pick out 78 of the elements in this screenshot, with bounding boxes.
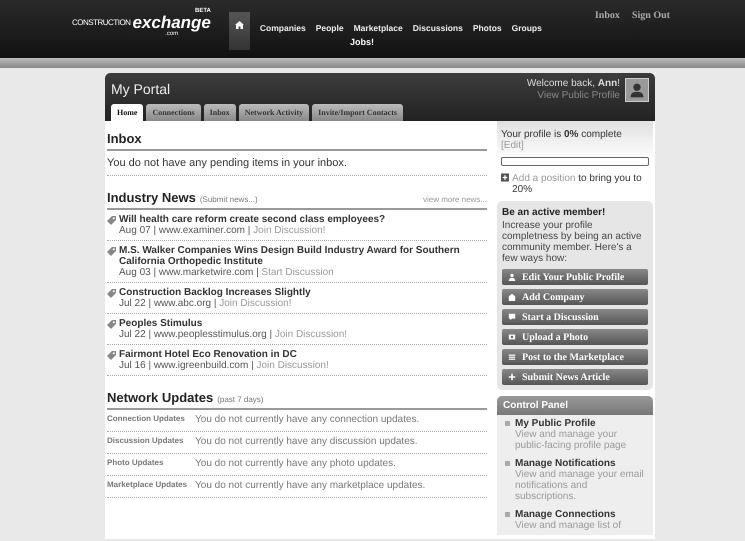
update-message: You do not currently have any discussion updates. bbox=[195, 436, 418, 447]
section-heading: Industry News bbox=[107, 190, 196, 205]
building-icon bbox=[508, 293, 516, 301]
discussion-link[interactable]: Join Discussion! bbox=[256, 360, 329, 371]
jobs-link[interactable]: Jobs! bbox=[350, 37, 374, 47]
header-link[interactable]: Inbox bbox=[594, 10, 620, 21]
portal-tab[interactable]: Network Activity bbox=[238, 104, 310, 121]
portal-tab[interactable]: Home bbox=[111, 104, 144, 121]
bullet-icon bbox=[505, 421, 510, 426]
add-position-text: Add a position to bring you to 20% bbox=[512, 173, 643, 195]
panel-heading: Control Panel bbox=[497, 396, 653, 415]
panel-link[interactable]: My Public Profile bbox=[515, 418, 596, 429]
panel-description: View and manage your public-facing profile page bbox=[515, 429, 628, 451]
section-heading: Inbox bbox=[107, 131, 142, 146]
news-headline[interactable]: Peoples Stimulus bbox=[119, 318, 348, 329]
panel-link[interactable]: Manage Connections bbox=[515, 509, 616, 520]
news-meta: Jul 16 | www.igreenbuild.com | bbox=[119, 360, 254, 371]
photo-icon bbox=[508, 333, 516, 341]
nav-link[interactable]: Photos bbox=[472, 23, 502, 33]
profile-completion-text: Your profile is 0% complete bbox=[501, 129, 623, 140]
add-position-link[interactable]: Add a position bbox=[512, 173, 576, 184]
news-headline[interactable]: Construction Backlog Increases Slightly bbox=[119, 287, 311, 298]
nav-link[interactable]: Groups bbox=[512, 23, 542, 33]
action-button[interactable]: Submit News Article bbox=[502, 369, 648, 385]
update-label: Marketplace Updates bbox=[107, 480, 188, 491]
speech-bubble-icon bbox=[508, 313, 516, 321]
panel-link[interactable]: Manage Notifications bbox=[515, 458, 616, 469]
home-tab[interactable] bbox=[228, 12, 250, 50]
discussion-link[interactable]: Join Discussion! bbox=[274, 329, 348, 340]
submit-news-link[interactable]: (Submit news...) bbox=[200, 195, 258, 204]
discussion-link[interactable]: Join Discussion! bbox=[253, 225, 326, 236]
update-message: You do not currently have any photo updates. bbox=[195, 458, 396, 469]
update-label: Discussion Updates bbox=[107, 436, 184, 447]
view-profile-link[interactable]: View Public Profile bbox=[537, 90, 620, 101]
home-icon bbox=[234, 21, 244, 29]
news-headline[interactable]: Fairmont Hotel Eco Renovation in DC bbox=[119, 349, 329, 360]
inbox-message: You do not have any pending items in your inbox. bbox=[107, 151, 487, 176]
news-headline[interactable]: M.S. Walker Companies Wins Design Build Industry Award for Southern California Orthopedic Institute bbox=[119, 245, 487, 267]
nav-link[interactable]: Discussions bbox=[412, 23, 463, 33]
action-button[interactable]: Post to the Marketplace bbox=[502, 349, 648, 365]
action-button[interactable]: Upload a Photo bbox=[502, 329, 648, 345]
avatar-icon bbox=[625, 78, 649, 102]
period-label: (past 7 days) bbox=[217, 395, 264, 404]
list-icon bbox=[508, 353, 516, 361]
bullet-icon bbox=[505, 461, 510, 466]
header-link[interactable]: Sign Out bbox=[632, 10, 670, 21]
nav-link[interactable]: Companies bbox=[260, 23, 306, 33]
panel-description: View and manage list of bbox=[515, 520, 621, 531]
panel-description: View and manage your email notifications and subscriptions. bbox=[515, 469, 645, 502]
update-message: You do not currently have any marketplace updates. bbox=[195, 480, 426, 491]
update-message: You do not currently have any connection updates. bbox=[195, 414, 420, 425]
welcome-text: Welcome back, Ann! bbox=[526, 78, 620, 90]
news-meta: Aug 07 | www.examiner.com | bbox=[119, 225, 250, 236]
news-meta: Jul 22 | www.abc.org | bbox=[119, 298, 216, 309]
update-label: Connection Updates bbox=[107, 414, 186, 425]
portal-tab[interactable]: Invite/Import Contacts bbox=[312, 104, 404, 121]
news-meta: Aug 03 | www.marketwire.com | bbox=[119, 267, 259, 278]
discussion-link[interactable]: Join Discussion! bbox=[219, 298, 292, 309]
plus-icon bbox=[501, 173, 510, 182]
person-icon bbox=[508, 273, 516, 281]
bullet-icon bbox=[505, 512, 510, 517]
more-news-link[interactable]: view more news... bbox=[422, 195, 487, 204]
nav-link[interactable]: People bbox=[316, 23, 344, 33]
portal-tab[interactable]: Inbox bbox=[204, 104, 236, 121]
portal-tab[interactable]: Connections bbox=[146, 104, 201, 121]
update-label: Photo Updates bbox=[107, 458, 164, 469]
portal-title: My Portal bbox=[111, 81, 172, 97]
nav-link[interactable]: Marketplace bbox=[354, 23, 403, 33]
plus-icon bbox=[508, 373, 516, 381]
section-heading: Network Updates bbox=[107, 390, 214, 405]
news-headline[interactable]: Will health care reform create second class employees? bbox=[119, 214, 386, 225]
action-button[interactable]: Add Company bbox=[502, 289, 648, 305]
news-meta: Jul 22 | www.peoplesstimulus.org | bbox=[119, 329, 272, 340]
member-description: Increase your profile completness by being an active community member. Here's a few ways how: bbox=[502, 220, 643, 264]
discussion-link[interactable]: Start Discussion bbox=[261, 267, 334, 278]
member-heading: Be an active member! bbox=[502, 207, 606, 218]
action-button[interactable]: Edit Your Public Profile bbox=[502, 269, 648, 285]
action-button[interactable]: Start a Discussion bbox=[502, 309, 648, 325]
